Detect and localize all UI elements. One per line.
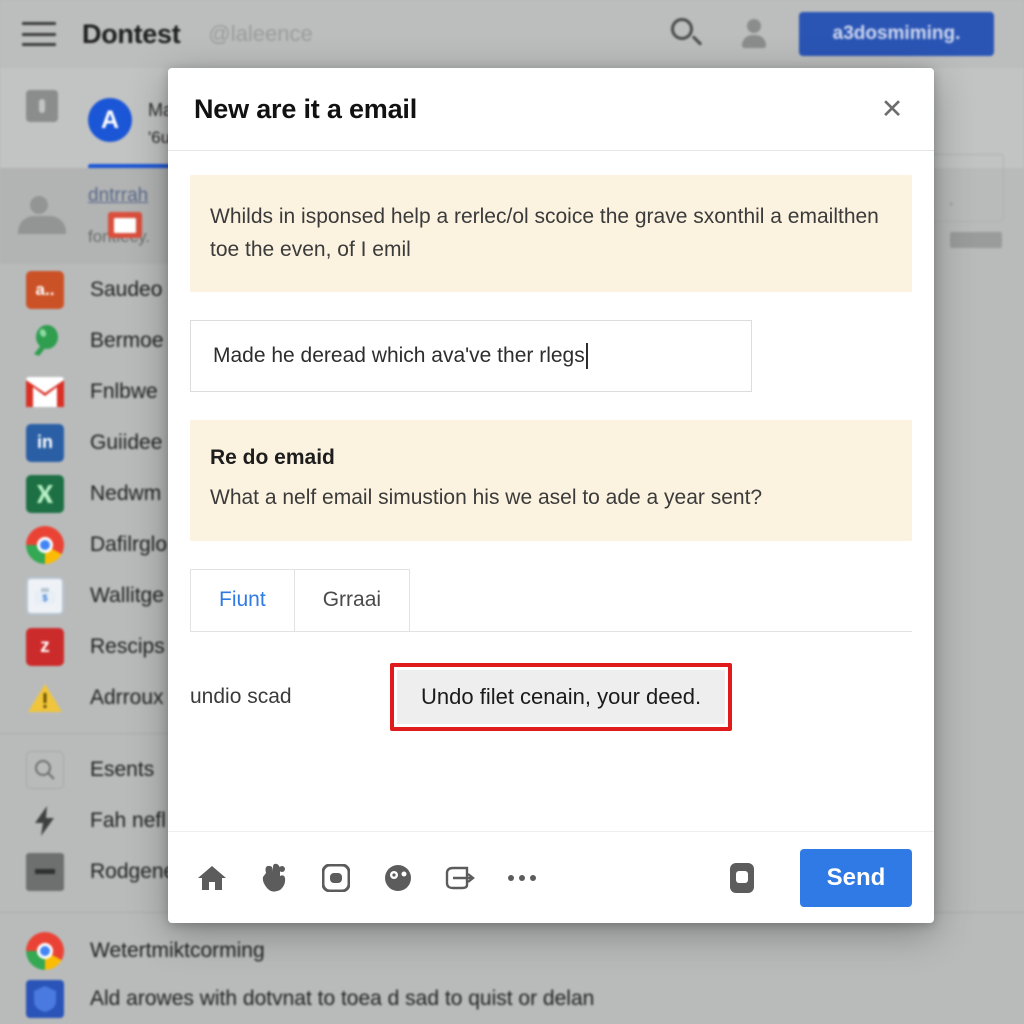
header-pill	[950, 232, 1002, 248]
close-icon[interactable]: ✕	[874, 91, 910, 127]
home-icon[interactable]	[190, 856, 234, 900]
briefcase-icon: $	[26, 576, 64, 615]
zoho-icon: z	[26, 627, 64, 666]
info-banner-mid-title: Re do emaid	[210, 446, 335, 470]
featured-title: dntrrah	[88, 185, 149, 206]
hamburger-menu-icon[interactable]	[22, 22, 56, 46]
bottom-item-label: Wetertmiktcorming	[90, 939, 265, 962]
subheader-line-2: '6u	[148, 128, 171, 147]
bottom-item-label: Ald arowes with dotvnat to toea d sad to…	[90, 987, 595, 1010]
search-icon[interactable]	[663, 11, 709, 57]
more-options-icon[interactable]	[500, 856, 544, 900]
sidebar-item-label: Fah nefl	[90, 808, 166, 832]
text-caret	[585, 343, 588, 370]
sidebar-item-label: Guiidee	[90, 430, 163, 454]
app-title: Dontest	[82, 18, 181, 49]
chrome-icon	[26, 525, 64, 564]
tab-fiunt[interactable]: Fiunt	[190, 568, 295, 631]
gmail-icon	[26, 373, 64, 411]
sidebar-item-label: Dafilrglo	[90, 532, 168, 556]
sidebar-item-label: Saudeo	[90, 277, 163, 301]
sidebar-item-label: Rodgene	[90, 859, 176, 883]
undo-label: undio scad	[190, 684, 292, 708]
bottom-item[interactable]: Ald arowes with dotvnat to toea d sad to…	[0, 977, 1024, 1021]
lock-icon	[26, 90, 58, 122]
emoji-icon[interactable]	[376, 856, 420, 900]
dialog-body: Whilds in isponsed help a rerlec/ol scoi…	[168, 151, 934, 831]
minus-box-icon	[26, 852, 64, 891]
user-handle: @laleence	[208, 21, 313, 46]
undo-highlight-box: Undo filet cenain, your deed.	[390, 662, 733, 731]
dialog-header: New are it a email ✕	[168, 68, 934, 151]
sidebar-item-label: Esents	[90, 757, 155, 781]
delete-icon[interactable]	[720, 856, 764, 900]
dialog-tabs: Fiunt Grraai	[190, 568, 912, 632]
new-email-dialog: New are it a email ✕ Whilds in isponsed …	[168, 68, 934, 923]
sidebar-item-label: Bermoe	[90, 328, 164, 352]
bottom-links: Wetertmiktcorming Ald arowes with dotvna…	[0, 912, 1024, 1024]
sidebar-item-label: Adrroux	[90, 685, 164, 709]
info-banner-mid: Re do emaid What a nelf email simustion …	[190, 420, 912, 541]
dialog-title: New are it a email	[194, 93, 418, 124]
signature-icon[interactable]	[438, 856, 482, 900]
primary-cta-button[interactable]: a3dosmiming.	[799, 12, 994, 56]
avatar: A	[88, 98, 132, 142]
sidebar-item-label: Rescips	[90, 634, 165, 658]
tabs-filler	[410, 569, 912, 631]
search-box-icon	[26, 750, 64, 789]
contact-card-icon	[18, 194, 74, 238]
chrome-icon	[26, 932, 64, 970]
shield-icon	[26, 980, 64, 1018]
tab-grraai[interactable]: Grraai	[294, 568, 411, 631]
bottom-item[interactable]: Wetertmiktcorming	[0, 925, 1024, 977]
hand-icon[interactable]	[252, 856, 296, 900]
person-icon[interactable]	[731, 11, 777, 57]
info-banner-top: Whilds in isponsed help a rerlec/ol scoi…	[190, 175, 912, 293]
subject-input[interactable]: Made he deread which ava've ther rlegs	[190, 320, 752, 393]
warning-icon	[26, 679, 64, 717]
amazon-icon: a..	[26, 270, 64, 309]
send-button[interactable]: Send	[800, 848, 912, 907]
mail-badge-icon	[108, 212, 142, 238]
excel-icon	[26, 474, 64, 513]
sidebar-item-label: Fnlbwe	[90, 379, 158, 403]
undo-row: undio scad Undo filet cenain, your deed.	[190, 658, 912, 736]
top-app-bar: Dontest @laleence a3dosmiming.	[0, 0, 1024, 68]
bolt-icon	[26, 802, 64, 840]
image-icon[interactable]	[314, 856, 358, 900]
sidebar-item-label: Wallitge	[90, 583, 164, 607]
info-banner-mid-text: What a nelf email simustion his we asel …	[210, 486, 763, 510]
balloon-icon	[26, 322, 64, 360]
subject-input-value: Made he deread which ava've ther rlegs	[213, 344, 585, 368]
info-banner-top-text: Whilds in isponsed help a rerlec/ol scoi…	[210, 205, 879, 261]
undo-button[interactable]: Undo filet cenain, your deed.	[397, 669, 726, 724]
dialog-footer: Send	[168, 831, 934, 923]
linkedin-icon: in	[26, 423, 64, 462]
svg-text:$: $	[42, 593, 47, 603]
sidebar-item-label: Nedwm	[90, 481, 162, 505]
